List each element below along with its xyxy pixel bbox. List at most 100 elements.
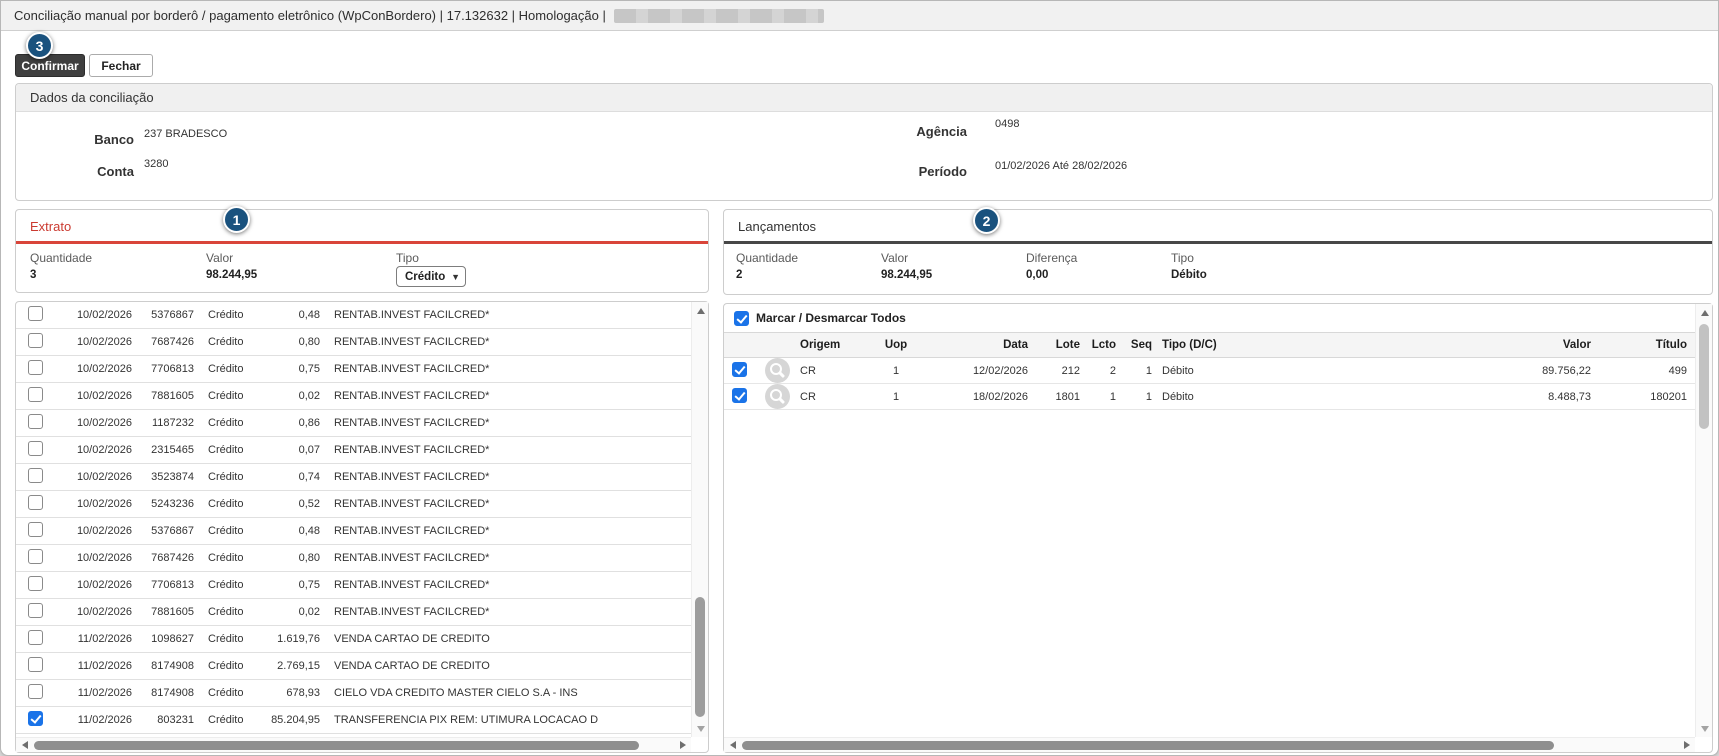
scroll-up-button[interactable]: [1696, 304, 1713, 321]
extrato-type-selected: Crédito: [405, 271, 445, 283]
chevron-down-icon: ▼: [451, 272, 460, 282]
row-description: RENTAB.INVEST FACILCRED*: [320, 498, 691, 510]
lancamentos-table-panel: Marcar / Desmarcar Todos Origem Uop Data…: [723, 303, 1713, 753]
row-checkbox[interactable]: [28, 549, 43, 564]
scrollbar-thumb[interactable]: [34, 741, 639, 750]
scroll-left-button[interactable]: [16, 738, 33, 753]
row-date: 10/02/2026: [60, 471, 132, 483]
row-date: 10/02/2026: [60, 552, 132, 564]
extrato-row: 10/02/20267881605Crédito0,02RENTAB.INVES…: [16, 599, 691, 626]
row-date: 10/02/2026: [60, 336, 132, 348]
scrollbar-thumb[interactable]: [1699, 324, 1709, 429]
row-document: 803231: [132, 714, 194, 726]
scroll-left-button[interactable]: [724, 738, 741, 753]
scrollbar-thumb[interactable]: [742, 741, 1554, 750]
row-type: Crédito: [194, 444, 260, 456]
row-value: 0,75: [260, 363, 320, 375]
row-value: 678,93: [260, 687, 320, 699]
row-checkbox[interactable]: [28, 630, 43, 645]
row-checkbox[interactable]: [28, 495, 43, 510]
row-checkbox[interactable]: [28, 441, 43, 456]
scroll-down-button[interactable]: [1696, 720, 1713, 737]
row-checkbox[interactable]: [732, 362, 747, 377]
row-checkbox[interactable]: [28, 333, 43, 348]
magnifier-icon[interactable]: [765, 358, 790, 383]
row-checkbox[interactable]: [28, 360, 43, 375]
row-checkbox[interactable]: [28, 711, 43, 726]
row-checkbox[interactable]: [28, 522, 43, 537]
row-type: Crédito: [194, 363, 260, 375]
scroll-right-button[interactable]: [674, 738, 691, 753]
row-value: 0,75: [260, 579, 320, 591]
extrato-qty-value: 3: [30, 269, 206, 281]
row-document: 7687426: [132, 552, 194, 564]
row-document: 5376867: [132, 525, 194, 537]
row-lote: 212: [1028, 365, 1080, 377]
extrato-row: 10/02/20267706813Crédito0,75RENTAB.INVES…: [16, 356, 691, 383]
row-type: Crédito: [194, 579, 260, 591]
row-checkbox[interactable]: [28, 306, 43, 321]
col-lcto: Lcto: [1080, 339, 1116, 351]
row-lcto: 1: [1080, 391, 1116, 403]
lanc-diff-label: Diferença: [1026, 251, 1171, 265]
row-date: 10/02/2026: [60, 363, 132, 375]
extrato-value-value: 98.244,95: [206, 269, 396, 281]
col-data: Data: [936, 339, 1028, 351]
confirm-button[interactable]: Confirmar: [15, 54, 85, 77]
lancamentos-horizontal-scrollbar[interactable]: [724, 737, 1695, 752]
row-type: Crédito: [194, 687, 260, 699]
row-checkbox[interactable]: [28, 657, 43, 672]
row-checkbox[interactable]: [732, 388, 747, 403]
row-type: Crédito: [194, 336, 260, 348]
row-document: 5243236: [132, 498, 194, 510]
row-description: RENTAB.INVEST FACILCRED*: [320, 444, 691, 456]
row-type: Crédito: [194, 552, 260, 564]
row-description: VENDA CARTAO DE CREDITO: [320, 633, 691, 645]
scroll-down-button[interactable]: [692, 720, 709, 737]
lanc-value-value: 98.244,95: [881, 269, 1026, 281]
extrato-vertical-scrollbar[interactable]: [691, 302, 708, 737]
extrato-list-panel: 10/02/20265376867Crédito0,48RENTAB.INVES…: [15, 301, 709, 753]
col-valor: Valor: [1274, 339, 1591, 351]
row-date: 10/02/2026: [60, 309, 132, 321]
scroll-up-button[interactable]: [692, 302, 709, 319]
redacted-text: [614, 9, 824, 23]
extrato-horizontal-scrollbar[interactable]: [16, 737, 691, 752]
scrollbar-thumb[interactable]: [695, 597, 705, 717]
row-type: Crédito: [194, 525, 260, 537]
row-document: 7881605: [132, 606, 194, 618]
row-checkbox[interactable]: [28, 468, 43, 483]
row-date: 10/02/2026: [60, 498, 132, 510]
extrato-type-select[interactable]: Crédito ▼: [396, 266, 466, 287]
row-description: VENDA CARTAO DE CREDITO: [320, 660, 691, 672]
scroll-right-button[interactable]: [1678, 738, 1695, 753]
row-checkbox[interactable]: [28, 576, 43, 591]
row-checkbox[interactable]: [28, 684, 43, 699]
lanc-qty-label: Quantidade: [736, 251, 881, 265]
row-checkbox[interactable]: [28, 603, 43, 618]
lanc-value-label: Valor: [881, 251, 1026, 265]
extrato-title: Extrato: [30, 219, 71, 234]
extrato-value-label: Valor: [206, 251, 396, 265]
row-date: 11/02/2026: [60, 714, 132, 726]
close-button[interactable]: Fechar: [89, 54, 153, 77]
row-origem: CR: [796, 391, 856, 403]
row-description: RENTAB.INVEST FACILCRED*: [320, 579, 691, 591]
row-description: RENTAB.INVEST FACILCRED*: [320, 525, 691, 537]
lancamentos-vertical-scrollbar[interactable]: [1695, 304, 1712, 737]
row-description: RENTAB.INVEST FACILCRED*: [320, 471, 691, 483]
lancamentos-title: Lançamentos: [738, 219, 816, 234]
select-all-checkbox[interactable]: [734, 311, 749, 326]
row-valor: 8.488,73: [1274, 391, 1591, 403]
col-lote: Lote: [1028, 339, 1080, 351]
extrato-row: 10/02/20263523874Crédito0,74RENTAB.INVES…: [16, 464, 691, 491]
row-checkbox[interactable]: [28, 387, 43, 402]
row-checkbox[interactable]: [28, 414, 43, 429]
magnifier-icon[interactable]: [765, 384, 790, 409]
row-type: Crédito: [194, 390, 260, 402]
account-label: Conta: [54, 164, 134, 179]
row-type: Crédito: [194, 309, 260, 321]
row-lcto: 2: [1080, 365, 1116, 377]
row-seq: 1: [1116, 365, 1152, 377]
row-document: 7706813: [132, 579, 194, 591]
